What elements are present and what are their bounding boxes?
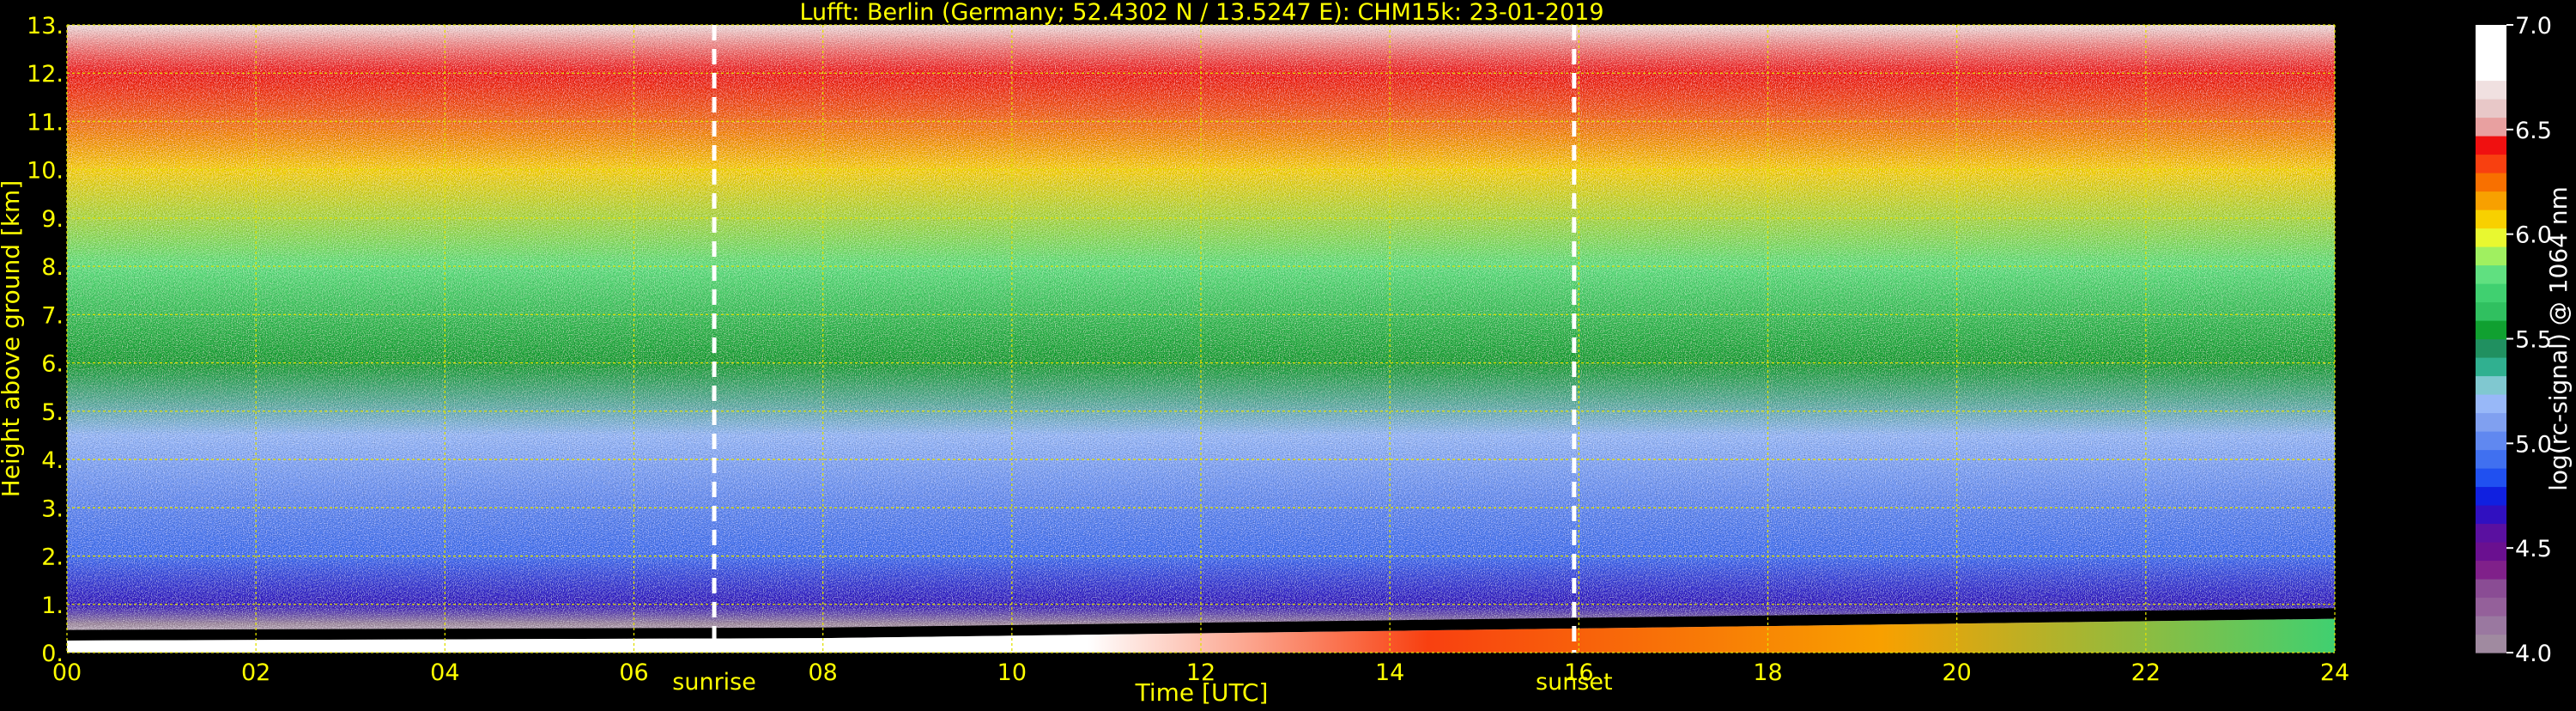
colorbar-segment	[2476, 523, 2506, 543]
colorbar: 4.04.55.05.56.06.57.0	[2476, 13, 2552, 667]
colorbar-segment	[2476, 616, 2506, 635]
colorbar-segment	[2476, 449, 2506, 469]
colorbar-segment	[2476, 99, 2506, 118]
y-tick-label: 8.	[41, 254, 64, 281]
ceilometer-chart: 00 02 04 06 08 10 12 14 16 18 20 22 24 0. 1. 2. 3. 4. 5. 6…	[0, 0, 2576, 708]
x-tick-label: 10	[997, 659, 1027, 686]
colorbar-segment	[2476, 412, 2506, 432]
colorbar-segment	[2476, 117, 2506, 137]
colorbar-segment	[2476, 62, 2506, 82]
colorbar-segment	[2476, 43, 2506, 63]
y-tick-label: 9.	[41, 206, 64, 233]
colorbar-segment	[2476, 505, 2506, 525]
colorbar-segment	[2476, 320, 2506, 340]
colorbar-tick-label: 6.5	[2515, 118, 2552, 144]
colorbar-segment	[2476, 228, 2506, 247]
chart-svg: 00 02 04 06 08 10 12 14 16 18 20 22 24 0.1.2.3.4.5.6…	[0, 0, 2573, 707]
x-tick-label: 02	[241, 659, 270, 686]
y-tick-labels: 0. 1. 2. 3. 4. 5. 6. 7. 8. 9. 10. 11. 12. 13.	[27, 13, 64, 667]
y-tick-label: 4.	[41, 447, 64, 474]
colorbar-segment	[2476, 210, 2506, 229]
colorbar-segment	[2476, 191, 2506, 210]
colorbar-segment	[2476, 25, 2506, 45]
colorbar-segment	[2476, 80, 2506, 100]
y-tick-label: 11.	[27, 109, 64, 136]
y-tick-label: 0.	[41, 641, 64, 667]
colorbar-segment	[2476, 542, 2506, 562]
colorbar-tick-label: 7.0	[2515, 13, 2552, 40]
colorbar-label: log(rc-signal) @ 1064 nm	[2544, 186, 2573, 491]
y-tick-label: 12.	[27, 61, 64, 88]
colorbar-segment	[2476, 579, 2506, 599]
y-tick-label: 2.	[41, 544, 64, 571]
chart-title: Lufft: Berlin (Germany; 52.4302 N / 13.5…	[799, 0, 1603, 26]
colorbar-segment	[2476, 136, 2506, 155]
colorbar-segment	[2476, 283, 2506, 303]
sunrise-label: sunrise	[672, 669, 756, 696]
colorbar-segment	[2476, 154, 2506, 173]
x-tick-label: 22	[2131, 659, 2161, 686]
y-tick-label: 7.	[41, 302, 64, 329]
colorbar-segment	[2476, 301, 2506, 321]
colorbar-segment	[2476, 560, 2506, 580]
colorbar-segment	[2476, 246, 2506, 266]
colorbar-tick-label: 4.5	[2515, 536, 2552, 562]
colorbar-tick-label: 4.0	[2515, 641, 2552, 667]
x-tick-label: 04	[430, 659, 459, 686]
x-tick-label: 14	[1375, 659, 1404, 686]
colorbar-segment	[2476, 357, 2506, 377]
y-tick-label: 1.	[41, 592, 64, 619]
colorbar-segment	[2476, 597, 2506, 617]
y-axis-label: Height above ground [km]	[0, 180, 25, 498]
y-tick-label: 3.	[41, 495, 64, 522]
colorbar-segment	[2476, 634, 2506, 653]
colorbar-segment	[2476, 173, 2506, 192]
x-tick-label: 18	[1753, 659, 1782, 686]
colorbar-segment	[2476, 264, 2506, 284]
plot-area	[66, 24, 2336, 653]
y-tick-label: 10.	[27, 158, 64, 185]
y-tick-label: 5.	[41, 399, 64, 426]
x-tick-label: 20	[1942, 659, 1971, 686]
x-tick-label: 24	[2320, 659, 2349, 686]
colorbar-segment	[2476, 338, 2506, 358]
sunset-label: sunset	[1536, 669, 1613, 696]
colorbar-segment	[2476, 486, 2506, 506]
x-axis-label: Time [UTC]	[1135, 678, 1269, 707]
colorbar-segment	[2476, 468, 2506, 488]
colorbar-segment	[2476, 431, 2506, 451]
y-tick-label: 13.	[27, 13, 64, 40]
x-tick-label: 06	[619, 659, 648, 686]
y-tick-label: 6.	[41, 351, 64, 378]
colorbar-segment	[2476, 394, 2506, 414]
x-tick-label: 08	[808, 659, 837, 686]
colorbar-segment	[2476, 375, 2506, 395]
